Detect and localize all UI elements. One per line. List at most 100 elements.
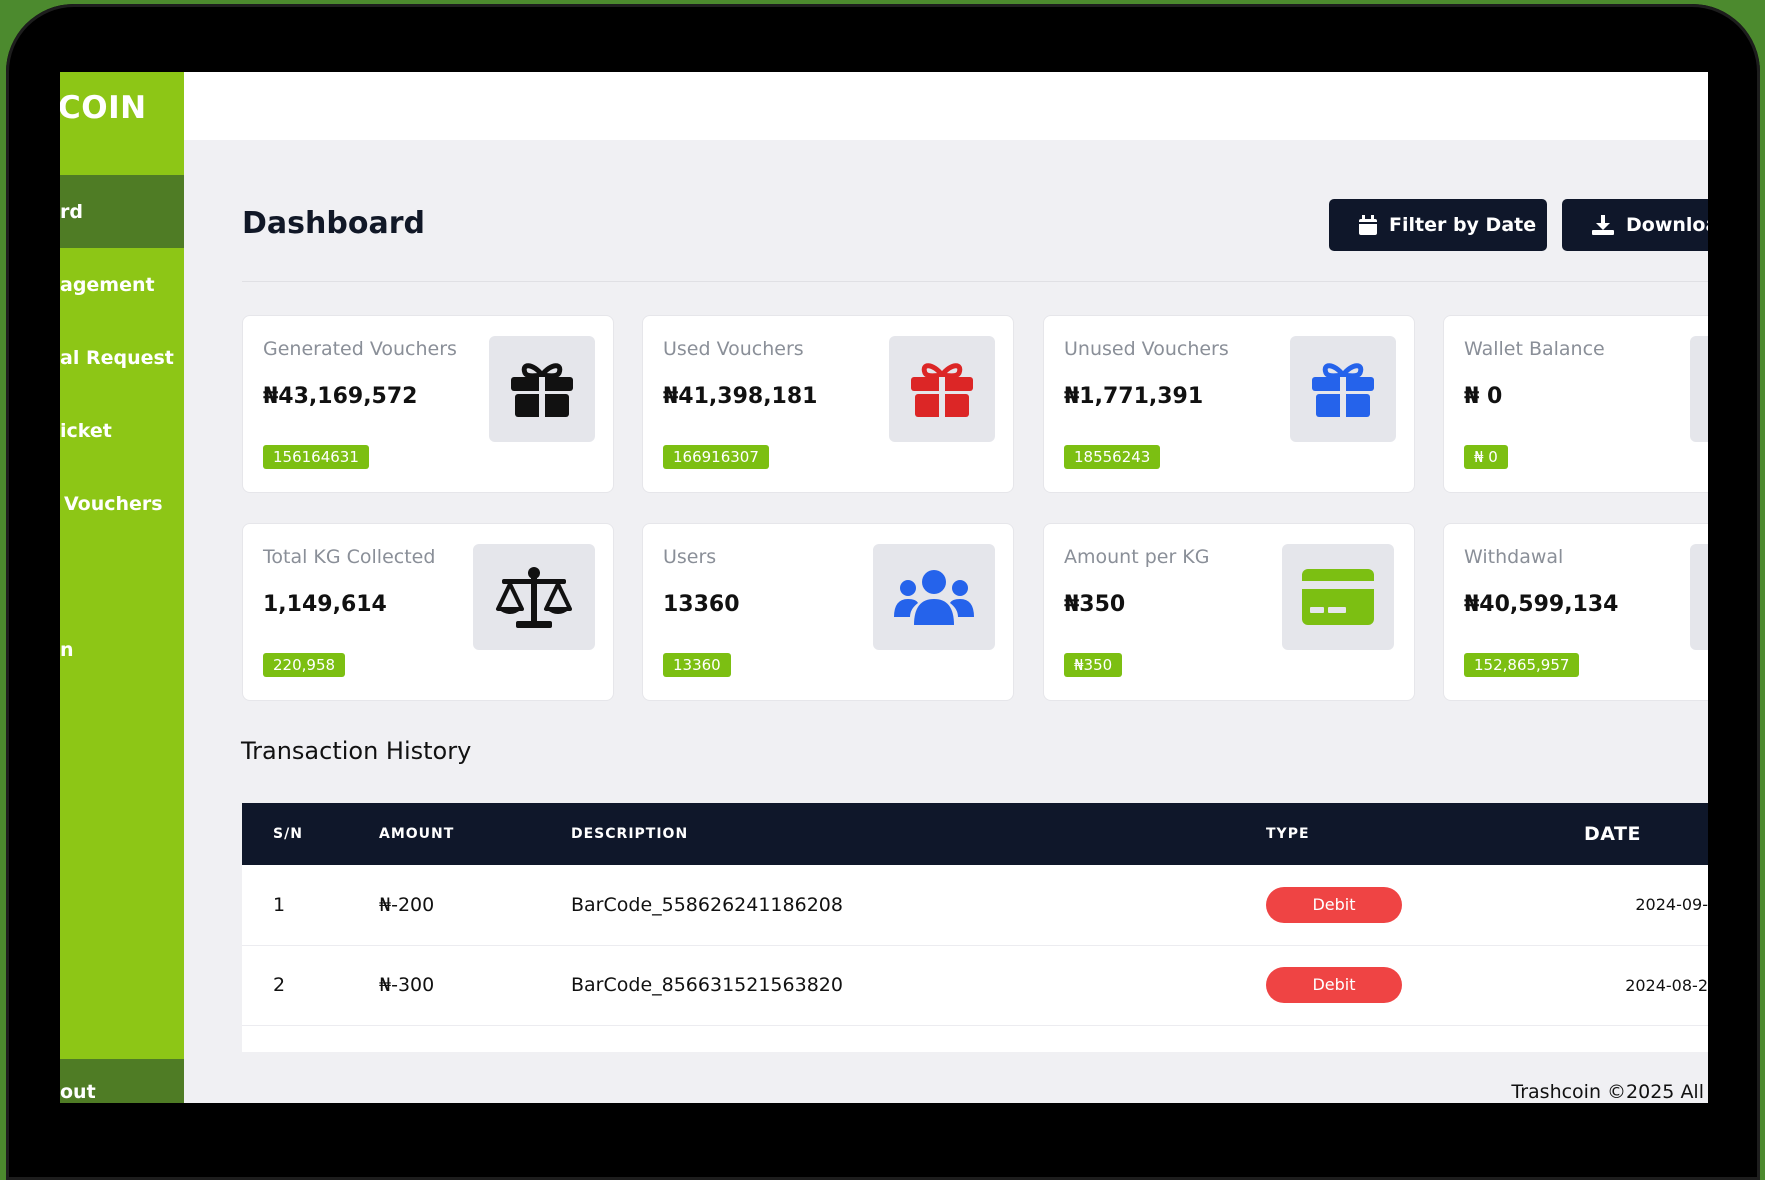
card-label: Total KG Collected <box>263 546 436 568</box>
card-badge: 220,958 <box>263 653 346 677</box>
type-badge: Debit <box>1266 886 1402 923</box>
gift-icon <box>911 363 973 417</box>
card-icon-box <box>489 336 595 442</box>
table-header-row: S/N AMOUNT DESCRIPTION TYPE DATE <box>242 803 1708 865</box>
card-badge: 13360 <box>663 653 731 677</box>
credit-card-icon <box>1302 569 1374 625</box>
card-badge: 18556243 <box>1064 445 1161 469</box>
table-row[interactable]: 2 ₦-300 BarCode_856631521563820 Debit 20… <box>242 945 1708 1025</box>
calendar-icon <box>1359 215 1377 235</box>
card-value: ₦40,599,134 <box>1464 592 1619 617</box>
card-generated-vouchers: Generated Vouchers ₦43,169,572 156164631 <box>242 315 614 493</box>
sidebar: COIN rd agement al Request icket Voucher… <box>60 72 184 1103</box>
cell-type: Debit <box>1265 865 1583 945</box>
download-label: Downloa <box>1626 214 1708 236</box>
card-icon-box <box>1690 544 1708 650</box>
card-badge: 156164631 <box>263 445 369 469</box>
card-value: ₦41,398,181 <box>663 384 818 409</box>
card-label: Generated Vouchers <box>263 338 457 360</box>
gift-icon <box>1312 363 1374 417</box>
card-icon-box <box>1290 336 1396 442</box>
card-label: Used Vouchers <box>663 338 804 360</box>
cell-sn <box>242 1025 378 1053</box>
download-icon <box>1592 215 1614 235</box>
card-icon-box <box>473 544 595 650</box>
card-value: ₦43,169,572 <box>263 384 418 409</box>
filter-by-date-label: Filter by Date <box>1389 214 1537 236</box>
card-value: ₦350 <box>1064 592 1126 617</box>
card-badge: 152,865,957 <box>1464 653 1580 677</box>
sidebar-item-withdrawal-request[interactable]: al Request <box>60 321 184 394</box>
cell-date <box>1583 1025 1708 1053</box>
header-divider <box>242 281 1708 282</box>
column-header-amount: AMOUNT <box>379 826 455 842</box>
logout-label: out <box>60 1081 96 1103</box>
card-value: ₦1,771,391 <box>1064 384 1204 409</box>
card-label: Withdawal <box>1464 546 1564 568</box>
card-badge: ₦ 0 <box>1464 445 1508 469</box>
column-header-sn: S/N <box>273 826 303 842</box>
card-amount-per-kg: Amount per KG ₦350 ₦350 <box>1043 523 1415 701</box>
sidebar-item-label: rd <box>60 200 83 223</box>
sidebar-item-label: icket <box>60 419 112 442</box>
card-label: Unused Vouchers <box>1064 338 1229 360</box>
card-used-vouchers: Used Vouchers ₦41,398,181 166916307 <box>642 315 1014 493</box>
cell-date: 2024-08-2 <box>1625 975 1708 995</box>
users-icon <box>894 570 974 625</box>
gift-icon <box>511 363 573 417</box>
sidebar-item-label: n <box>60 638 74 661</box>
sidebar-item-management[interactable]: agement <box>60 248 184 321</box>
sidebar-item-label: al Request <box>60 346 174 369</box>
sidebar-item-ticket[interactable]: icket <box>60 394 184 467</box>
column-header-date: DATE <box>1584 823 1641 845</box>
sidebar-item-label: Vouchers <box>64 492 163 515</box>
filter-by-date-button[interactable]: Filter by Date <box>1329 199 1547 251</box>
sidebar-item-dashboard[interactable]: rd <box>60 175 184 248</box>
column-header-type: TYPE <box>1266 826 1310 842</box>
card-badge: 166916307 <box>663 445 769 469</box>
cell-date: 2024-09- <box>1635 895 1708 915</box>
logout-button[interactable]: out <box>60 1059 184 1103</box>
cell-type: Debit <box>1265 945 1583 1025</box>
page-title: Dashboard <box>242 206 425 241</box>
sidebar-item-extra[interactable]: n <box>60 613 184 686</box>
column-header-description: DESCRIPTION <box>571 826 689 842</box>
card-total-kg-collected: Total KG Collected 1,149,614 220,958 <box>242 523 614 701</box>
card-label: Wallet Balance <box>1464 338 1605 360</box>
transaction-table: S/N AMOUNT DESCRIPTION TYPE DATE 1 ₦-200… <box>242 803 1708 1053</box>
card-users: Users 13360 13360 <box>642 523 1014 701</box>
cell-amount: ₦-300 <box>379 974 435 996</box>
download-button[interactable]: Downloa <box>1562 199 1708 251</box>
cell-sn: 1 <box>273 893 286 916</box>
cell-description: BarCode_558626241186208 <box>571 893 843 916</box>
card-icon-box <box>1690 336 1708 442</box>
card-badge: ₦350 <box>1064 653 1123 677</box>
table-row[interactable]: 1 ₦-200 BarCode_558626241186208 Debit 20… <box>242 865 1708 945</box>
cell-type <box>1265 1025 1583 1053</box>
scale-icon <box>496 567 572 628</box>
card-icon-box <box>889 336 995 442</box>
footer <box>184 1052 1708 1103</box>
card-label: Amount per KG <box>1064 546 1210 568</box>
card-withdrawal: Withdawal ₦40,599,134 152,865,957 <box>1443 523 1708 701</box>
card-value: 1,149,614 <box>263 592 387 617</box>
card-label: Users <box>663 546 717 568</box>
app-screen: COIN rd agement al Request icket Voucher… <box>60 72 1708 1103</box>
transaction-history-title: Transaction History <box>241 737 472 765</box>
table-row[interactable] <box>242 1025 1708 1053</box>
footer-copyright: Trashcoin ©2025 All <box>1511 1081 1704 1103</box>
card-icon-box <box>1282 544 1394 650</box>
brand-logo: COIN <box>60 90 147 126</box>
cell-amount: ₦-200 <box>379 893 435 916</box>
card-value: ₦ 0 <box>1464 384 1503 409</box>
top-bar <box>184 72 1708 140</box>
sidebar-item-label: agement <box>60 273 155 296</box>
cell-sn: 2 <box>273 974 286 996</box>
card-unused-vouchers: Unused Vouchers ₦1,771,391 18556243 <box>1043 315 1415 493</box>
cell-description <box>570 1025 1265 1053</box>
card-value: 13360 <box>663 592 740 617</box>
sidebar-item-vouchers[interactable]: Vouchers <box>60 467 184 540</box>
card-wallet-balance: Wallet Balance ₦ 0 ₦ 0 <box>1443 315 1708 493</box>
card-icon-box <box>873 544 995 650</box>
type-badge: Debit <box>1266 967 1402 1003</box>
